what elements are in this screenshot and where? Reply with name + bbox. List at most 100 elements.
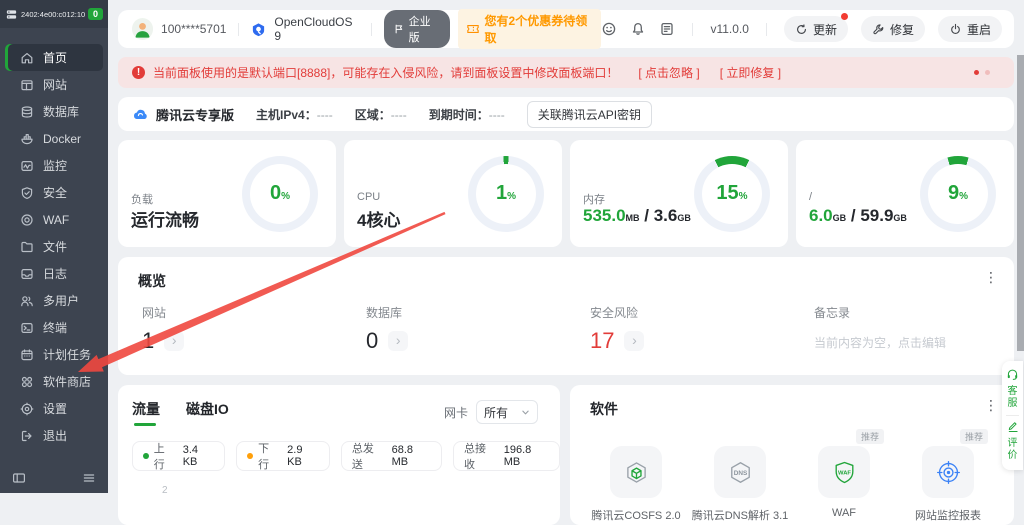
server-address-bar[interactable]: 2402:4e00:c012:10( 0 [0,0,108,28]
sidebar-item-website[interactable]: 网站 [0,71,108,98]
metric-card[interactable]: 负载运行流畅0% [118,140,336,247]
fix-now-link[interactable]: [ 立即修复 ] [720,64,781,81]
theme-icon[interactable] [601,21,617,37]
sidebar-item-docker[interactable]: Docker [0,125,108,152]
pager-dot[interactable] [985,70,990,75]
sidebar-item-logout[interactable]: 退出 [0,422,108,449]
nic-select[interactable]: 所有 [476,400,538,424]
overview-card: 概览 ⋮ 网站1›数据库0›安全风险17›备忘录当前内容为空，点击编辑 [118,257,1014,375]
app-tile[interactable]: 腾讯云COSFS 2.0 [584,446,688,523]
monitor-icon [20,159,34,173]
account-id[interactable]: 100****5701 [161,22,226,36]
sidebar-item-label: 数据库 [43,103,79,120]
chevron-right-icon[interactable]: › [388,331,408,351]
headset-icon [1006,368,1019,381]
users-icon [20,294,34,308]
floating-helper-bar: 客服 评价 [1002,361,1023,470]
memo-icon[interactable] [659,21,675,37]
cosfs-icon[interactable] [610,446,662,498]
sidebar-item-logs[interactable]: 日志 [0,260,108,287]
site-monitor-icon[interactable] [922,446,974,498]
database-icon [20,105,34,119]
tab-流量[interactable]: 流量 [132,399,160,426]
os-name: OpenCloudOS 9 [274,15,358,43]
security-icon [20,186,34,200]
hamburger-icon[interactable] [82,471,96,485]
sidebar-item-settings[interactable]: 设置 [0,395,108,422]
sidebar-item-files[interactable]: 文件 [0,233,108,260]
metric-card[interactable]: 内存535.0MB / 3.6GB15% [570,140,788,247]
ignore-link[interactable]: [ 点击忽略 ] [638,64,699,81]
svg-text:WAF: WAF [838,470,851,476]
sidebar-item-terminal[interactable]: 终端 [0,314,108,341]
update-button[interactable]: 更新 [784,16,848,42]
calendar-icon [20,348,34,362]
chevron-right-icon[interactable]: › [164,331,184,351]
chevron-right-icon[interactable]: › [624,331,644,351]
sidebar-item-label: Docker [43,132,81,146]
pager-dot-active[interactable] [974,70,979,75]
docker-icon [20,132,34,146]
sidebar-item-label: 设置 [43,400,67,417]
wrench-icon [872,23,885,36]
sidebar-item-waf[interactable]: WAF [0,206,108,233]
panel-version: v11.0.0 [710,22,748,36]
app-tile[interactable]: DNS 腾讯云DNS解析 3.1 [688,446,792,523]
scrollbar-thumb[interactable] [1017,55,1024,351]
customer-service-button[interactable]: 客服 [1007,386,1019,410]
metric-card[interactable]: CPU4核心1% [344,140,562,247]
dns-icon[interactable]: DNS [714,446,766,498]
sidebar-item-database[interactable]: 数据库 [0,98,108,125]
divider [1006,415,1019,416]
tab-磁盘IO[interactable]: 磁盘IO [186,399,229,426]
restart-button[interactable]: 重启 [938,16,1002,42]
memo-placeholder[interactable]: 当前内容为空，点击编辑 [814,334,1014,351]
stat-label: 总接收 [464,440,496,472]
nic-label: 网卡 [444,404,468,421]
sidebar-item-cron[interactable]: 计划任务 [0,341,108,368]
sidebar-item-security[interactable]: 安全 [0,179,108,206]
edition-badge[interactable]: 企业版 [384,10,450,48]
traffic-stat-pill: 总发送68.8 MB [341,441,442,471]
overview-item: 数据库0› [342,304,566,354]
sidebar-item-multiuser[interactable]: 多用户 [0,287,108,314]
bell-icon[interactable] [630,21,646,37]
app-tile[interactable]: 推荐WAFWAF [792,446,896,523]
sidebar-item-monitor[interactable]: 监控 [0,152,108,179]
server-icon [5,8,18,21]
coupon-notice[interactable]: 您有2个优惠券待领取 [458,9,602,49]
link-api-key-button[interactable]: 关联腾讯云API密钥 [527,101,652,128]
avatar-icon[interactable] [132,18,153,40]
collapse-icon[interactable] [12,471,26,485]
chart-axis-tick: 2 [162,485,168,496]
sidebar-item-appstore[interactable]: 软件商店 [0,368,108,395]
waf-shield-icon[interactable]: WAF [818,446,870,498]
overview-menu-icon[interactable]: ⋮ [984,269,998,286]
sidebar-item-label: 日志 [43,265,67,282]
overview-item-label: 数据库 [366,304,566,321]
app-name: 腾讯云DNS解析 3.1 [692,507,789,523]
field-label: 到期时间： [429,108,489,122]
stat-label: 上行 [154,440,175,472]
refresh-icon [795,23,808,36]
gear-icon [20,402,34,416]
ticket-icon [466,23,480,35]
repair-button[interactable]: 修复 [861,16,925,42]
stat-value: 196.8 MB [504,444,549,468]
software-card: 软件 ⋮ 腾讯云COSFS 2.0DNS腾讯云DNS解析 3.1推荐WAFWAF… [570,385,1014,525]
sidebar-item-label: 安全 [43,184,67,201]
sidebar-item-label: 文件 [43,238,67,255]
rate-button[interactable]: 评价 [1007,438,1019,462]
logout-icon [20,429,34,443]
security-warning-banner: ! 当前面板使用的是默认端口[8888]，可能存在入侵风险，请到面板设置中修改面… [118,57,1014,88]
chevron-down-icon [521,408,530,417]
metric-value: 6.0GB / 59.9GB [809,206,907,226]
message-count-badge[interactable]: 0 [88,8,103,20]
sidebar-item-home[interactable]: 首页 [5,44,103,71]
sidebar-item-label: 终端 [43,319,67,336]
metric-card[interactable]: /6.0GB / 59.9GB9% [796,140,1014,247]
software-menu-icon[interactable]: ⋮ [984,397,998,414]
warning-text: 当前面板使用的是默认端口[8888]，可能存在入侵风险，请到面板设置中修改面板端… [153,64,618,81]
usage-donut: 0% [242,156,318,232]
app-tile[interactable]: 推荐网站监控报表 [896,446,1000,523]
